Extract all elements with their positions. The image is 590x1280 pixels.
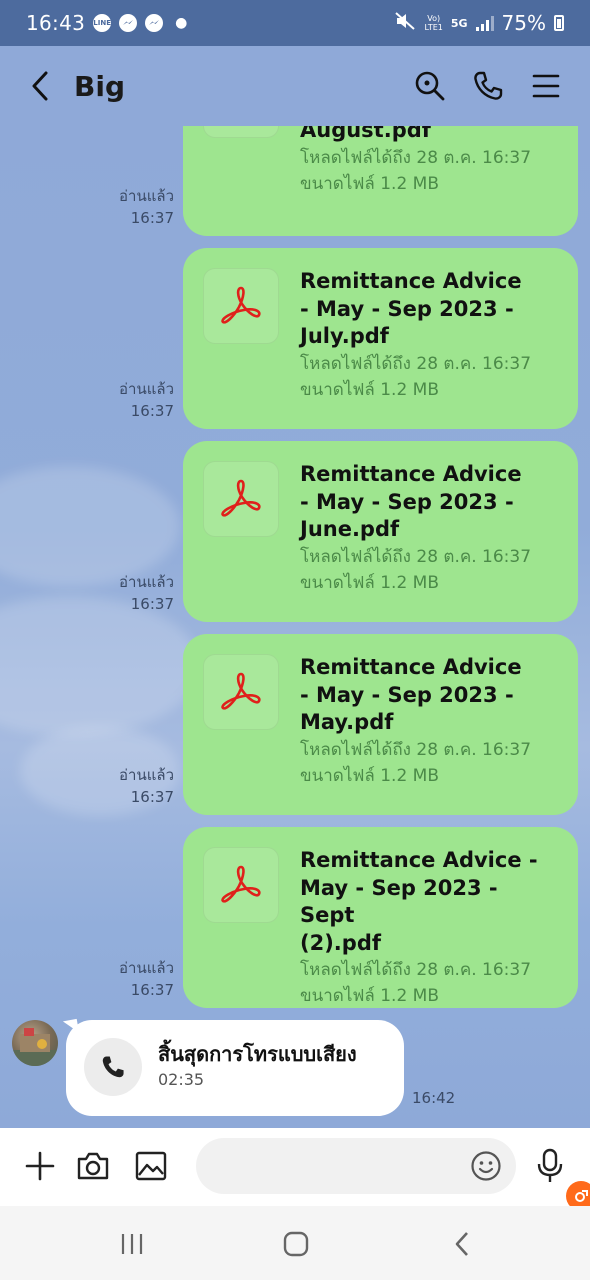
file-size: ขนาดไฟล์ 1.2 MB [300, 765, 440, 786]
file-info: Remittance Advice - May - Sep 2023 - May… [300, 654, 558, 789]
volte-top: Vo) [427, 14, 441, 23]
volte-bottom: LTE1 [424, 23, 443, 32]
line-app-icon: LINE [93, 14, 112, 32]
home-icon[interactable] [271, 1224, 321, 1264]
message-time: 16:37 [130, 981, 174, 999]
file-size: ขนาดไฟล์ 1.2 MB [300, 572, 440, 593]
menu-icon[interactable] [526, 66, 566, 106]
file-info: Remittance Advice - May - Sep 2023 - Jun… [300, 461, 558, 596]
network-type: 5G [450, 16, 468, 30]
signal-icon [475, 15, 494, 31]
call-duration: 02:35 [158, 1070, 205, 1089]
camera-icon[interactable] [73, 1146, 113, 1186]
file-expiry: โหลดไฟล์ได้ถึง 28 ต.ค. 16:37 [300, 739, 532, 760]
read-status: อ่านแล้ว [119, 766, 174, 784]
file-expiry: โหลดไฟล์ได้ถึง 28 ต.ค. 16:37 [300, 147, 532, 168]
volte-indicator: Vo) LTE1 [424, 14, 442, 32]
voice-call-message[interactable]: สิ้นสุดการโทรแบบเสียง 02:35 [66, 1020, 404, 1116]
background-cloud [0, 596, 200, 736]
read-status: อ่านแล้ว [119, 380, 174, 398]
pdf-file-icon [203, 654, 279, 730]
messenger-icon [145, 14, 164, 32]
read-receipt: อ่านแล้ว 16:37 [94, 378, 174, 422]
read-receipt: อ่านแล้ว 16:37 [94, 764, 174, 808]
status-left: 16:43 LINE ● [26, 11, 187, 35]
status-time: 16:43 [26, 11, 86, 35]
file-name: Remittance Advice - May - Sep 2023 - Jun… [300, 462, 522, 541]
file-message[interactable]: Remittance Advice - May - Sep 2023 - May… [183, 634, 578, 815]
messenger-icon [119, 14, 138, 32]
back-icon[interactable] [437, 1224, 487, 1264]
search-icon[interactable] [410, 66, 450, 106]
plus-icon[interactable] [20, 1146, 60, 1186]
file-name: Remittance Advice - May - Sep 2023 - Aug… [300, 126, 431, 142]
file-message[interactable]: Remittance Advice - May - Sep 2023 - Sep… [183, 827, 578, 1008]
recent-apps-icon[interactable] [107, 1224, 157, 1264]
file-size: ขนาดไฟล์ 1.2 MB [300, 986, 440, 1006]
file-name: Remittance Advice - May - Sep 2023 - May… [300, 655, 522, 734]
pdf-file-icon [203, 268, 279, 344]
file-info: Remittance Advice - May - Sep 2023 - Jul… [300, 268, 558, 403]
file-info: Remittance Advice - May - Sep 2023 - Sep… [300, 847, 558, 1009]
file-info: Remittance Advice - May - Sep 2023 - Aug… [300, 126, 558, 197]
call-status: สิ้นสุดการโทรแบบเสียง [158, 1042, 357, 1066]
file-expiry: โหลดไฟล์ได้ถึง 28 ต.ค. 16:37 [300, 546, 532, 567]
contact-avatar[interactable] [12, 1020, 58, 1066]
file-name: Remittance Advice - May - Sep 2023 - Jul… [300, 269, 522, 348]
file-message[interactable]: Remittance Advice - May - Sep 2023 - Aug… [183, 126, 578, 236]
message-time: 16:37 [130, 402, 174, 420]
file-message[interactable]: Remittance Advice - May - Sep 2023 - Jul… [183, 248, 578, 429]
microphone-icon[interactable] [530, 1146, 570, 1186]
message-input-bar [0, 1128, 590, 1206]
file-expiry: โหลดไฟล์ได้ถึง 28 ต.ค. 16:37 [300, 960, 532, 980]
status-right: Vo) LTE1 5G 75% [394, 11, 564, 36]
line-chat-screen: 16:43 LINE ● Vo) LTE1 5G 75% Big August.… [0, 0, 590, 1280]
image-icon[interactable] [131, 1146, 171, 1186]
call-phone-icon [84, 1038, 142, 1096]
message-time: 16:37 [130, 595, 174, 613]
read-receipt: อ่านแล้ว 16:37 [94, 571, 174, 615]
pdf-file-icon [203, 847, 279, 923]
pdf-file-icon [203, 126, 279, 138]
battery-icon [554, 15, 564, 31]
back-arrow-icon[interactable] [24, 66, 56, 106]
read-status: อ่านแล้ว [119, 573, 174, 591]
file-name: Remittance Advice - May - Sep 2023 - Sep… [300, 848, 538, 955]
message-time: 16:37 [130, 209, 174, 227]
chat-header: Big [0, 46, 590, 126]
read-receipt: อ่านแล้ว 16:37 [94, 185, 174, 229]
pdf-file-icon [203, 461, 279, 537]
file-expiry: โหลดไฟล์ได้ถึง 28 ต.ค. 16:37 [300, 353, 532, 374]
background-cloud [0, 466, 180, 586]
mute-icon [394, 11, 416, 36]
emoji-icon[interactable] [468, 1148, 504, 1184]
file-message[interactable]: Remittance Advice - May - Sep 2023 - Jun… [183, 441, 578, 622]
read-status: อ่านแล้ว [119, 959, 174, 977]
read-receipt: อ่านแล้ว 16:37 [94, 957, 174, 1001]
chat-title: Big [74, 69, 125, 103]
read-status: อ่านแล้ว [119, 187, 174, 205]
message-time: 16:37 [130, 788, 174, 806]
chat-message-list[interactable]: Remittance Advice - May - Sep 2023 - Aug… [0, 126, 590, 1128]
more-notifications-dot: ● [175, 15, 188, 31]
system-navigation-bar [0, 1206, 590, 1280]
phone-icon[interactable] [468, 66, 508, 106]
battery-percent: 75% [501, 11, 546, 35]
status-bar: 16:43 LINE ● Vo) LTE1 5G 75% [0, 0, 590, 46]
file-size: ขนาดไฟล์ 1.2 MB [300, 173, 440, 194]
call-time: 16:42 [412, 1089, 456, 1107]
file-size: ขนาดไฟล์ 1.2 MB [300, 379, 440, 400]
